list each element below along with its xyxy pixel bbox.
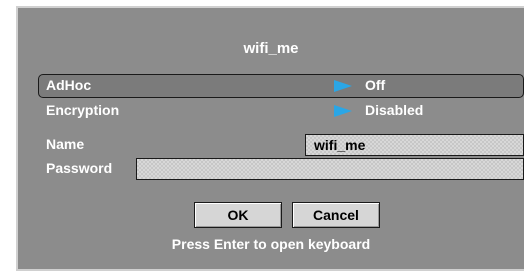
adhoc-row[interactable] [38,74,524,98]
dialog-title: wifi_me [243,40,299,57]
name-label: Name [46,136,85,152]
encryption-value[interactable]: Disabled [365,102,423,118]
adhoc-label: AdHoc [46,77,92,93]
arrow-right-icon[interactable] [334,105,352,117]
keyboard-hint: Press Enter to open keyboard [171,236,371,252]
password-input[interactable] [136,158,524,180]
cancel-button[interactable]: Cancel [292,202,380,228]
wifi-settings-dialog: wifi_me AdHoc Off Encryption Disabled Na… [16,6,524,271]
ok-button[interactable]: OK [194,202,282,228]
password-label: Password [46,160,113,176]
adhoc-value[interactable]: Off [365,77,385,93]
arrow-right-icon[interactable] [334,80,352,92]
name-input[interactable]: wifi_me [305,134,524,156]
encryption-label: Encryption [46,102,120,118]
